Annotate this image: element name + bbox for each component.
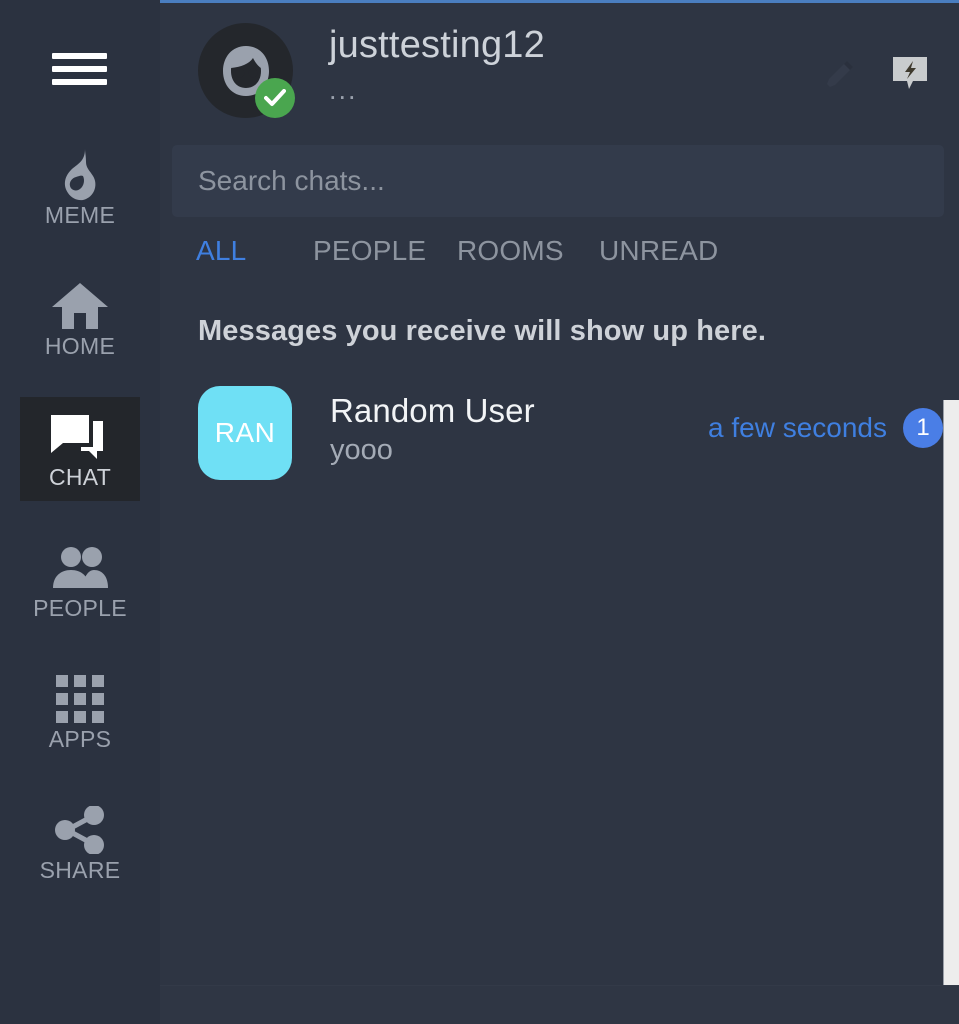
tab-unread[interactable]: UNREAD bbox=[599, 235, 718, 267]
profile-header: justtesting12 ... bbox=[160, 3, 959, 136]
pencil-icon[interactable] bbox=[825, 57, 857, 94]
chat-item-body: Random User yooo bbox=[330, 386, 708, 467]
hamburger-bar bbox=[52, 79, 107, 85]
sidebar-item-label: CHAT bbox=[48, 463, 112, 490]
chat-filter-tabs: ALL PEOPLE ROOMS UNREAD bbox=[160, 217, 959, 267]
chat-lightning-icon[interactable] bbox=[891, 55, 929, 96]
hamburger-bar bbox=[52, 66, 107, 72]
sidebar-item-label: MEME bbox=[44, 201, 116, 228]
tab-all[interactable]: ALL bbox=[196, 235, 313, 267]
grid-apps-icon bbox=[56, 672, 104, 726]
people-icon bbox=[51, 541, 109, 595]
sidebar-item-apps[interactable]: APPS bbox=[20, 659, 140, 763]
tab-rooms[interactable]: ROOMS bbox=[457, 235, 599, 267]
page-title: justtesting12 bbox=[329, 24, 545, 66]
sidebar-nav: MEME HOME CHAT PEOPLE APPS SHARE bbox=[0, 135, 160, 921]
vertical-scrollbar[interactable] bbox=[943, 400, 959, 985]
sidebar-item-label: PEOPLE bbox=[33, 594, 127, 621]
unread-badge: 1 bbox=[903, 408, 943, 448]
search-box[interactable] bbox=[172, 145, 944, 217]
search-input[interactable] bbox=[198, 165, 918, 197]
sidebar-item-meme[interactable]: MEME bbox=[20, 135, 140, 239]
app-window: MEME HOME CHAT PEOPLE APPS SHARE justtes… bbox=[0, 0, 959, 1024]
house-icon bbox=[52, 279, 108, 333]
share-nodes-icon bbox=[54, 803, 106, 857]
sidebar-item-label: HOME bbox=[44, 332, 116, 359]
chat-timestamp: a few seconds bbox=[708, 412, 887, 443]
avatar[interactable] bbox=[198, 23, 295, 118]
search-section bbox=[160, 136, 959, 217]
main-panel: justtesting12 ... Search chats... ALL PE… bbox=[160, 0, 959, 1024]
chat-item-meta: a few seconds 1 bbox=[708, 386, 959, 448]
chat-item-name: Random User bbox=[330, 392, 535, 429]
tab-people[interactable]: PEOPLE bbox=[313, 235, 457, 267]
list-item[interactable]: RAN Random User yooo a few seconds 1 bbox=[160, 386, 959, 496]
sidebar-item-chat[interactable]: CHAT bbox=[20, 397, 140, 501]
sidebar-item-label: SHARE bbox=[39, 856, 121, 883]
chat-bubbles-icon bbox=[51, 410, 109, 464]
check-badge-icon bbox=[255, 78, 295, 118]
hamburger-menu-icon[interactable] bbox=[52, 53, 107, 85]
flame-icon bbox=[55, 148, 105, 202]
profile-status: ... bbox=[329, 74, 358, 105]
left-sidebar: MEME HOME CHAT PEOPLE APPS SHARE bbox=[0, 0, 160, 1024]
hamburger-bar bbox=[52, 53, 107, 59]
sidebar-item-label: APPS bbox=[48, 725, 112, 752]
chat-item-preview: yooo bbox=[330, 433, 393, 466]
sidebar-item-people[interactable]: PEOPLE bbox=[20, 528, 140, 632]
sidebar-item-home[interactable]: HOME bbox=[20, 266, 140, 370]
sidebar-item-share[interactable]: SHARE bbox=[20, 790, 140, 894]
chat-avatar-initials: RAN bbox=[198, 386, 292, 480]
empty-state-hint: Messages you receive will show up here. bbox=[198, 315, 767, 347]
chat-list: RAN Random User yooo a few seconds 1 bbox=[160, 348, 959, 496]
bottom-divider bbox=[160, 985, 959, 1024]
profile-info: justtesting12 ... bbox=[329, 24, 545, 105]
header-actions bbox=[825, 55, 929, 96]
